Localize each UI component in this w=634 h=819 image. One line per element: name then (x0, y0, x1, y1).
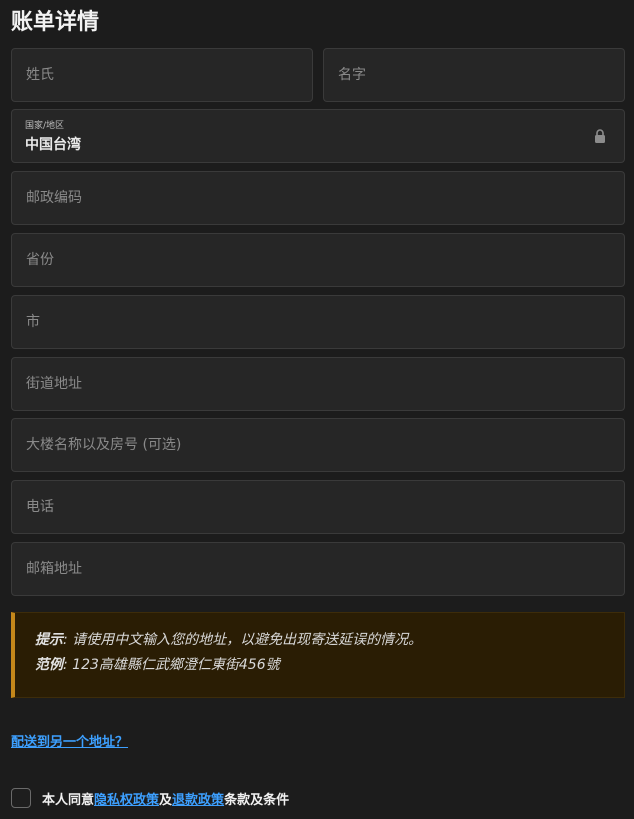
province-field[interactable] (11, 233, 625, 287)
terms-checkbox[interactable] (11, 788, 31, 808)
address-notice: 提示: 请使用中文输入您的地址，以避免出现寄送延误的情况。 范例: 123高雄縣… (11, 612, 625, 698)
street-input[interactable] (12, 358, 624, 410)
phone-field[interactable] (11, 480, 625, 534)
country-label: 国家/地区 (25, 121, 65, 131)
building-input[interactable] (12, 419, 624, 471)
privacy-policy-link[interactable]: 隐私权政策 (94, 793, 159, 808)
email-input[interactable] (12, 543, 624, 595)
city-input[interactable] (12, 296, 624, 348)
refund-policy-link[interactable]: 退款政策 (172, 793, 224, 808)
last-name-field[interactable] (11, 48, 313, 102)
country-value: 中国台湾 (25, 137, 81, 153)
terms-row: 本人同意隐私权政策及退款政策条款及条件 (11, 786, 289, 810)
notice-example-line: 范例: 123高雄縣仁武鄉澄仁東街456號 (35, 653, 604, 678)
terms-text: 本人同意隐私权政策及退款政策条款及条件 (42, 789, 289, 808)
terms-middle: 及 (159, 792, 173, 808)
postcode-input[interactable] (12, 172, 624, 224)
city-field[interactable] (11, 295, 625, 349)
terms-prefix: 本人同意 (42, 792, 95, 808)
page-title: 账单详情 (11, 10, 100, 35)
postcode-field[interactable] (11, 171, 625, 225)
notice-tip-sep: : (63, 632, 68, 648)
notice-example-text: 123高雄縣仁武鄉澄仁東街456號 (72, 657, 280, 673)
province-input[interactable] (12, 234, 624, 286)
notice-tip-text: 请使用中文输入您的地址，以避免出现寄送延误的情况。 (72, 632, 423, 648)
country-field: 国家/地区 中国台湾 (11, 109, 625, 163)
last-name-input[interactable] (12, 49, 312, 101)
lock-icon (595, 129, 605, 143)
first-name-field[interactable] (323, 48, 625, 102)
email-field[interactable] (11, 542, 625, 596)
first-name-input[interactable] (324, 49, 624, 101)
notice-example-sep: : (63, 657, 68, 673)
ship-to-different-address-link[interactable]: 配送到另一个地址？ (11, 731, 128, 750)
terms-suffix: 条款及条件 (224, 792, 290, 808)
notice-example-label: 范例 (35, 657, 63, 673)
notice-tip-label: 提示 (35, 632, 63, 648)
street-field[interactable] (11, 357, 625, 411)
phone-input[interactable] (12, 481, 624, 533)
building-field[interactable] (11, 418, 625, 472)
notice-tip-line: 提示: 请使用中文输入您的地址，以避免出现寄送延误的情况。 (35, 628, 604, 653)
